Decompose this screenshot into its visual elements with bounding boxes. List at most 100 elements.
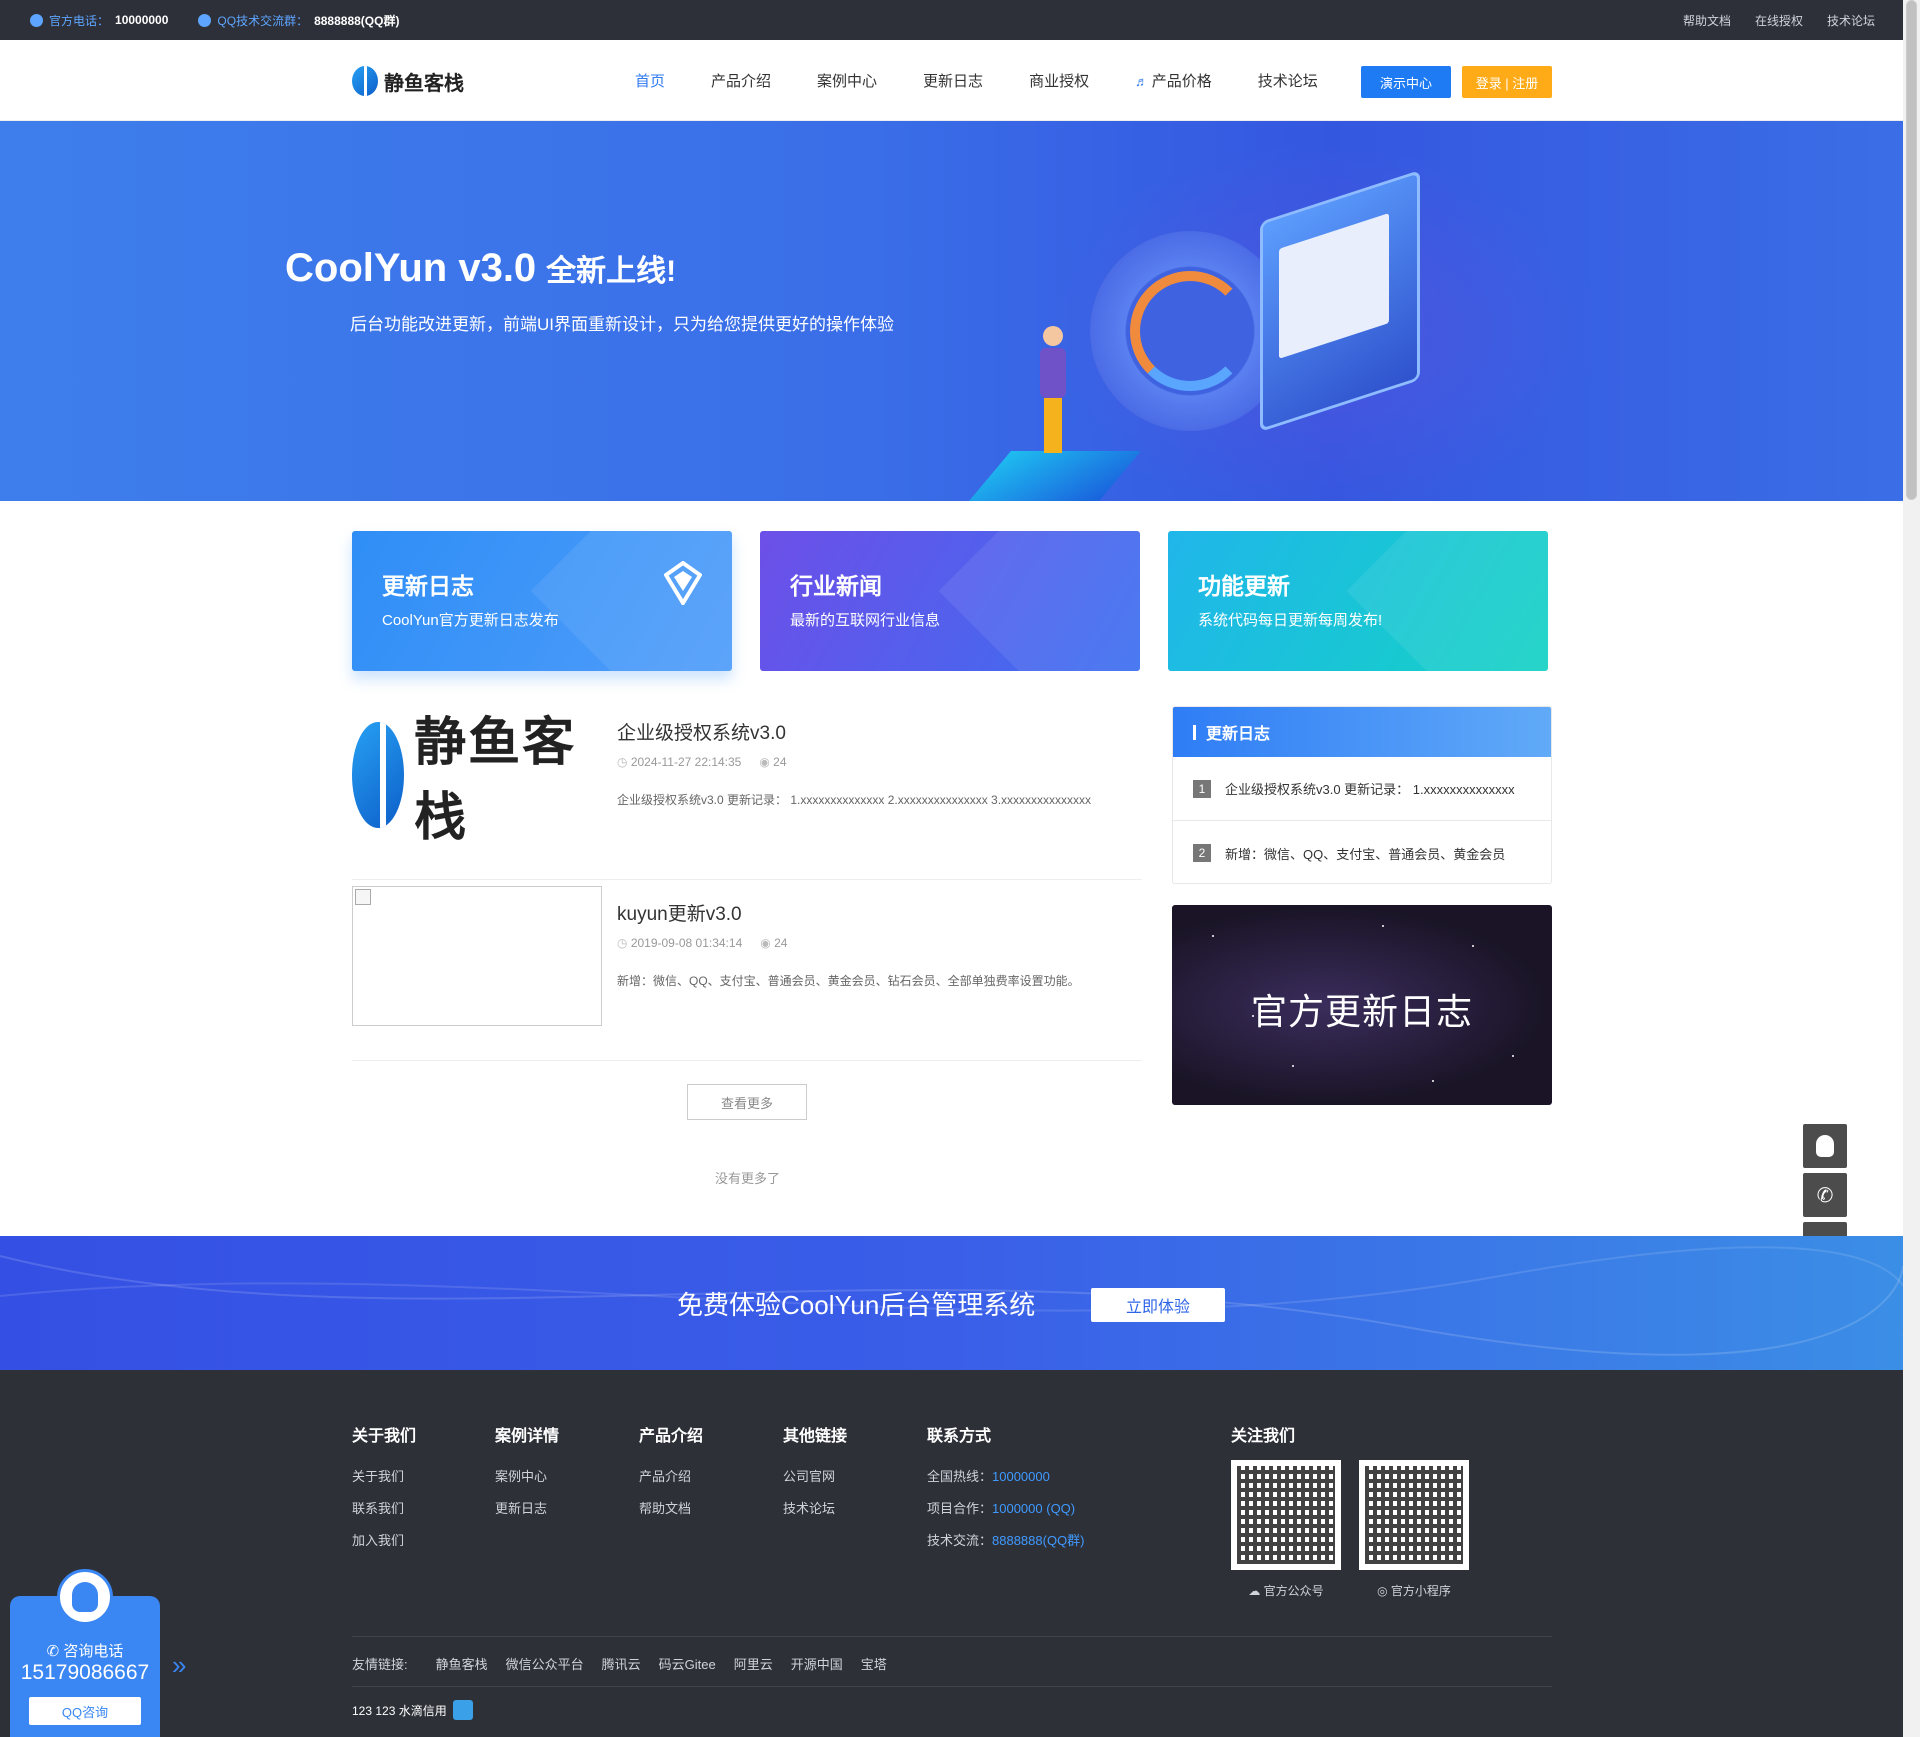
nav-forum[interactable]: 技术论坛 [1258, 70, 1318, 91]
sidebar-item[interactable]: 2 新增：微信、QQ、支付宝、普通会员、黄金会员 [1173, 821, 1551, 883]
top-contact: 官方电话： 10000000 QQ技术交流群： 8888888(QQ群) [30, 0, 423, 40]
article-views: 24 [760, 936, 787, 950]
nav-changelog[interactable]: 更新日志 [923, 70, 983, 91]
top-link-help[interactable]: 帮助文档 [1683, 12, 1731, 29]
logo-icon [352, 722, 405, 828]
nav-cases[interactable]: 案例中心 [817, 70, 877, 91]
footer-link[interactable]: 公司官网 [783, 1466, 847, 1485]
miniprogram-icon: ◎ [1377, 1584, 1391, 1598]
float-phone-button[interactable]: ✆ [1803, 1173, 1847, 1217]
article-title[interactable]: kuyun更新v3.0 [617, 899, 742, 926]
qq-label: QQ技术交流群： [217, 13, 309, 28]
footer-link[interactable]: 技术论坛 [783, 1498, 847, 1517]
star [1292, 1065, 1294, 1067]
footer-link[interactable]: 产品介绍 [639, 1466, 703, 1485]
article-views: 24 [759, 755, 786, 769]
friend-link[interactable]: 阿里云 [734, 1654, 773, 1673]
consult-label-text: 咨询电话 [63, 1643, 124, 1660]
nav-license[interactable]: 商业授权 [1029, 70, 1089, 91]
view-more-button[interactable]: 查看更多 [687, 1084, 807, 1120]
article-thumbnail-broken[interactable] [352, 886, 602, 1026]
phone-value: 10000000 [115, 13, 169, 27]
star [1512, 1055, 1514, 1057]
phone-icon: ✆ [1816, 1184, 1834, 1207]
main-nav: 首页 产品介绍 案例中心 更新日志 商业授权 ♬ 产品价格 技术论坛 [612, 40, 1341, 121]
contact-value[interactable]: 1000000 (QQ) [992, 1501, 1075, 1516]
friend-links: 友情链接: 静鱼客栈 微信公众平台 腾讯云 码云Gitee 阿里云 开源中国 宝… [352, 1654, 887, 1673]
footer: 关于我们 关于我们 联系我们 加入我们 案例详情 案例中心 更新日志 产品介绍 … [0, 1370, 1903, 1737]
article-thumbnail[interactable]: 静鱼客栈 [352, 705, 602, 847]
nav-home[interactable]: 首页 [635, 70, 665, 91]
sidebar-banner-text: 官方更新日志 [1250, 991, 1473, 1032]
hero-banner: CoolYun v3.0 全新上线! 后台功能改进更新，前端UI界面重新设计，只为… [0, 121, 1903, 501]
float-qq-button[interactable] [1803, 1124, 1847, 1168]
contact-value[interactable]: 8888888(QQ群) [992, 1533, 1085, 1548]
footer-col-title: 产品介绍 [639, 1428, 704, 1445]
star [1382, 925, 1384, 927]
sidebar-title: 更新日志 [1173, 707, 1551, 757]
footer-link[interactable]: 关于我们 [352, 1466, 416, 1485]
nav-pricing[interactable]: ♬ 产品价格 [1135, 70, 1212, 91]
card-feature-updates[interactable]: 功能更新 系统代码每日更新每周发布! [1168, 531, 1548, 671]
diamond-icon [664, 561, 702, 605]
qq-icon [198, 13, 212, 27]
card-news-title: 行业新闻 [790, 573, 882, 599]
try-now-button[interactable]: 立即体验 [1091, 1288, 1225, 1322]
friend-link[interactable]: 码云Gitee [659, 1654, 716, 1673]
card-feature-title: 功能更新 [1198, 573, 1290, 599]
wechat-caption-text: 官方公众号 [1263, 1584, 1324, 1598]
footer-col-contact: 联系方式 全国热线：10000000 项目合作：1000000 (QQ) 技术交… [927, 1422, 1085, 1562]
footer-link[interactable]: 更新日志 [495, 1498, 559, 1517]
phone-label: 官方电话： [49, 13, 110, 28]
credit-badge-icon[interactable] [452, 1700, 473, 1720]
demo-button[interactable]: 演示中心 [1361, 66, 1451, 98]
footer-col-links: 其他链接 公司官网 技术论坛 [783, 1422, 847, 1530]
double-chevron-right-icon[interactable]: » [172, 1650, 186, 1681]
friend-link[interactable]: 宝塔 [861, 1654, 887, 1673]
card-news-desc: 最新的互联网行业信息 [790, 612, 941, 629]
sidebar-banner[interactable]: 官方更新日志 [1172, 905, 1552, 1105]
logo-text: 静鱼客栈 [384, 72, 464, 95]
cta-text: 免费体验CoolYun后台管理系统 [677, 1290, 1036, 1320]
contact-value[interactable]: 10000000 [992, 1469, 1050, 1484]
friend-link[interactable]: 腾讯云 [602, 1654, 641, 1673]
qq-icon [1816, 1135, 1834, 1157]
card-decoration [938, 531, 1140, 671]
star [1212, 935, 1214, 937]
logo[interactable]: 静鱼客栈 [352, 66, 464, 96]
consult-label: ✆ 咨询电话 [10, 1640, 160, 1661]
phone-icon: ✆ [46, 1643, 64, 1660]
card-industry-news[interactable]: 行业新闻 最新的互联网行业信息 [760, 531, 1140, 671]
friend-link[interactable]: 微信公众平台 [506, 1654, 584, 1673]
sidebar-item[interactable]: 1 企业级授权系统v3.0 更新记录： 1.xxxxxxxxxxxxxx [1173, 757, 1551, 821]
article-meta: 2024-11-27 22:14:35 24 [617, 755, 787, 769]
qq-avatar-icon [57, 1569, 113, 1625]
friend-link[interactable]: 开源中国 [791, 1654, 843, 1673]
qq-value: 8888888(QQ群) [314, 13, 400, 28]
nav-products[interactable]: 产品介绍 [711, 70, 771, 91]
top-link-license[interactable]: 在线授权 [1755, 12, 1803, 29]
contact-label: 项目合作： [927, 1501, 993, 1516]
no-more-text: 没有更多了 [714, 1171, 780, 1186]
scrollbar[interactable] [1903, 0, 1920, 1737]
consult-widget: ✆ 咨询电话 15179086667 QQ咨询 [10, 1569, 160, 1737]
broken-image-icon [355, 889, 371, 905]
contact-label: 全国热线： [927, 1469, 993, 1484]
card-feature-desc: 系统代码每日更新每周发布! [1198, 612, 1383, 629]
footer-link[interactable]: 帮助文档 [639, 1498, 703, 1517]
card-changelog[interactable]: 更新日志 CoolYun官方更新日志发布 [352, 531, 732, 671]
qq-consult-button[interactable]: QQ咨询 [29, 1697, 141, 1725]
footer-link[interactable]: 案例中心 [495, 1466, 559, 1485]
footer-link[interactable]: 联系我们 [352, 1498, 416, 1517]
top-link-forum[interactable]: 技术论坛 [1827, 12, 1875, 29]
contact-row: 项目合作：1000000 (QQ) [927, 1498, 1085, 1517]
friend-link[interactable]: 静鱼客栈 [436, 1654, 488, 1673]
login-register-button[interactable]: 登录 | 注册 [1462, 66, 1552, 98]
article-title[interactable]: 企业级授权系统v3.0 [617, 718, 786, 745]
footer-divider [352, 1636, 1552, 1637]
article-meta: 2019-09-08 01:34:14 24 [617, 936, 788, 950]
scrollbar-thumb[interactable] [1906, 0, 1917, 500]
footer-col-title: 关注我们 [1231, 1428, 1296, 1445]
footer-link[interactable]: 加入我们 [352, 1530, 416, 1549]
nav-pricing-label: 产品价格 [1151, 73, 1212, 90]
